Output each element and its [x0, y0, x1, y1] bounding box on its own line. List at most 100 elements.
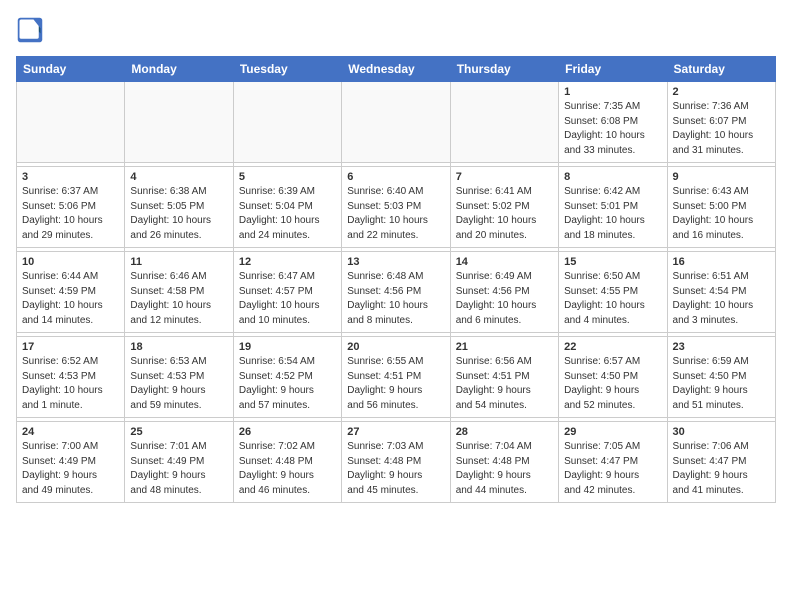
calendar-cell: 20 Sunrise: 6:55 AMSunset: 4:51 PMDayligh… [342, 337, 450, 418]
calendar-cell: 27 Sunrise: 7:03 AMSunset: 4:48 PMDayligh… [342, 422, 450, 503]
calendar-cell: 24 Sunrise: 7:00 AMSunset: 4:49 PMDayligh… [17, 422, 125, 503]
calendar-cell: 22 Sunrise: 6:57 AMSunset: 4:50 PMDayligh… [559, 337, 667, 418]
calendar-cell: 8Sunrise: 6:42 AMSunset: 5:01 PMDaylight… [559, 167, 667, 248]
day-number: 20 [347, 341, 444, 353]
calendar-cell: 28 Sunrise: 7:04 AMSunset: 4:48 PMDayligh… [450, 422, 558, 503]
day-info: Sunrise: 7:06 AMSunset: 4:47 PMDaylight:… [673, 440, 770, 498]
day-info: Sunrise: 7:02 AMSunset: 4:48 PMDaylight:… [239, 440, 336, 498]
day-info: Sunrise: 6:38 AMSunset: 5:05 PMDaylight:… [130, 185, 227, 243]
day-number: 4 [130, 171, 227, 183]
day-number: 26 [239, 426, 336, 438]
day-number: 22 [564, 341, 661, 353]
calendar-week-2: 3Sunrise: 6:37 AMSunset: 5:06 PMDaylight… [17, 167, 776, 248]
day-info: Sunrise: 7:00 AMSunset: 4:49 PMDaylight:… [22, 440, 119, 498]
day-info: Sunrise: 6:51 AMSunset: 4:54 PMDaylight:… [673, 270, 770, 328]
calendar-cell: 15 Sunrise: 6:50 AMSunset: 4:55 PMDayligh… [559, 252, 667, 333]
day-number: 7 [456, 171, 553, 183]
logo [16, 16, 48, 44]
day-number: 19 [239, 341, 336, 353]
day-number: 28 [456, 426, 553, 438]
calendar-cell: 12Sunrise: 6:47 AMSunset: 4:57 PMDayligh… [233, 252, 341, 333]
day-info: Sunrise: 6:59 AMSunset: 4:50 PMDaylight:… [673, 355, 770, 413]
calendar-cell: 2 Sunrise: 7:36 AMSunset: 6:07 PMDaylight… [667, 82, 775, 163]
day-info: Sunrise: 6:42 AMSunset: 5:01 PMDaylight:… [564, 185, 661, 243]
day-info: Sunrise: 6:53 AMSunset: 4:53 PMDaylight:… [130, 355, 227, 413]
day-number: 21 [456, 341, 553, 353]
day-number: 23 [673, 341, 770, 353]
day-info: Sunrise: 7:36 AMSunset: 6:07 PMDaylight:… [673, 100, 770, 158]
calendar-cell: 19 Sunrise: 6:54 AMSunset: 4:52 PMDayligh… [233, 337, 341, 418]
calendar-cell [125, 82, 233, 163]
day-info: Sunrise: 6:43 AMSunset: 5:00 PMDaylight:… [673, 185, 770, 243]
weekday-header-sunday: Sunday [17, 57, 125, 82]
calendar-cell: 6 Sunrise: 6:40 AMSunset: 5:03 PMDaylight… [342, 167, 450, 248]
day-number: 14 [456, 256, 553, 268]
day-info: Sunrise: 6:55 AMSunset: 4:51 PMDaylight:… [347, 355, 444, 413]
day-number: 5 [239, 171, 336, 183]
day-number: 27 [347, 426, 444, 438]
calendar-cell: 21 Sunrise: 6:56 AMSunset: 4:51 PMDayligh… [450, 337, 558, 418]
day-info: Sunrise: 7:04 AMSunset: 4:48 PMDaylight:… [456, 440, 553, 498]
calendar-week-3: 10Sunrise: 6:44 AMSunset: 4:59 PMDayligh… [17, 252, 776, 333]
day-info: Sunrise: 6:57 AMSunset: 4:50 PMDaylight:… [564, 355, 661, 413]
calendar-cell: 25 Sunrise: 7:01 AMSunset: 4:49 PMDayligh… [125, 422, 233, 503]
calendar-cell: 1 Sunrise: 7:35 AMSunset: 6:08 PMDaylight… [559, 82, 667, 163]
weekday-header-tuesday: Tuesday [233, 57, 341, 82]
calendar-cell: 26 Sunrise: 7:02 AMSunset: 4:48 PMDayligh… [233, 422, 341, 503]
calendar-cell [17, 82, 125, 163]
calendar-cell: 3Sunrise: 6:37 AMSunset: 5:06 PMDaylight… [17, 167, 125, 248]
calendar-cell: 7 Sunrise: 6:41 AMSunset: 5:02 PMDaylight… [450, 167, 558, 248]
calendar-cell [342, 82, 450, 163]
day-info: Sunrise: 6:56 AMSunset: 4:51 PMDaylight:… [456, 355, 553, 413]
day-number: 12 [239, 256, 336, 268]
weekday-header-monday: Monday [125, 57, 233, 82]
weekday-header-saturday: Saturday [667, 57, 775, 82]
day-info: Sunrise: 6:54 AMSunset: 4:52 PMDaylight:… [239, 355, 336, 413]
day-number: 2 [673, 86, 770, 98]
calendar-cell: 4 Sunrise: 6:38 AMSunset: 5:05 PMDaylight… [125, 167, 233, 248]
day-number: 15 [564, 256, 661, 268]
calendar-cell: 29Sunrise: 7:05 AMSunset: 4:47 PMDayligh… [559, 422, 667, 503]
day-info: Sunrise: 7:03 AMSunset: 4:48 PMDaylight:… [347, 440, 444, 498]
day-number: 16 [673, 256, 770, 268]
day-number: 17 [22, 341, 119, 353]
day-number: 18 [130, 341, 227, 353]
calendar-week-5: 24 Sunrise: 7:00 AMSunset: 4:49 PMDayligh… [17, 422, 776, 503]
day-number: 24 [22, 426, 119, 438]
calendar-cell: 16 Sunrise: 6:51 AMSunset: 4:54 PMDayligh… [667, 252, 775, 333]
calendar-cell: 11 Sunrise: 6:46 AMSunset: 4:58 PMDayligh… [125, 252, 233, 333]
day-number: 11 [130, 256, 227, 268]
day-number: 13 [347, 256, 444, 268]
calendar-cell [233, 82, 341, 163]
day-info: Sunrise: 6:46 AMSunset: 4:58 PMDaylight:… [130, 270, 227, 328]
day-number: 10 [22, 256, 119, 268]
day-info: Sunrise: 6:49 AMSunset: 4:56 PMDaylight:… [456, 270, 553, 328]
day-number: 6 [347, 171, 444, 183]
calendar-cell: 9Sunrise: 6:43 AMSunset: 5:00 PMDaylight… [667, 167, 775, 248]
weekday-header-friday: Friday [559, 57, 667, 82]
day-info: Sunrise: 7:35 AMSunset: 6:08 PMDaylight:… [564, 100, 661, 158]
weekday-header-wednesday: Wednesday [342, 57, 450, 82]
calendar-cell: 30 Sunrise: 7:06 AMSunset: 4:47 PMDayligh… [667, 422, 775, 503]
calendar-cell: 23 Sunrise: 6:59 AMSunset: 4:50 PMDayligh… [667, 337, 775, 418]
day-info: Sunrise: 6:50 AMSunset: 4:55 PMDaylight:… [564, 270, 661, 328]
logo-icon [16, 16, 44, 44]
day-info: Sunrise: 6:40 AMSunset: 5:03 PMDaylight:… [347, 185, 444, 243]
calendar-week-1: 1 Sunrise: 7:35 AMSunset: 6:08 PMDaylight… [17, 82, 776, 163]
day-number: 1 [564, 86, 661, 98]
calendar-cell: 18 Sunrise: 6:53 AMSunset: 4:53 PMDayligh… [125, 337, 233, 418]
calendar-cell: 13Sunrise: 6:48 AMSunset: 4:56 PMDayligh… [342, 252, 450, 333]
calendar-cell: 17Sunrise: 6:52 AMSunset: 4:53 PMDayligh… [17, 337, 125, 418]
day-info: Sunrise: 7:01 AMSunset: 4:49 PMDaylight:… [130, 440, 227, 498]
day-number: 3 [22, 171, 119, 183]
day-number: 30 [673, 426, 770, 438]
day-info: Sunrise: 7:05 AMSunset: 4:47 PMDaylight:… [564, 440, 661, 498]
day-info: Sunrise: 6:41 AMSunset: 5:02 PMDaylight:… [456, 185, 553, 243]
day-number: 25 [130, 426, 227, 438]
calendar-table: SundayMondayTuesdayWednesdayThursdayFrid… [16, 56, 776, 503]
calendar-cell: 10Sunrise: 6:44 AMSunset: 4:59 PMDayligh… [17, 252, 125, 333]
calendar-cell: 14 Sunrise: 6:49 AMSunset: 4:56 PMDayligh… [450, 252, 558, 333]
weekday-header-row: SundayMondayTuesdayWednesdayThursdayFrid… [17, 57, 776, 82]
day-info: Sunrise: 6:39 AMSunset: 5:04 PMDaylight:… [239, 185, 336, 243]
calendar-cell [450, 82, 558, 163]
